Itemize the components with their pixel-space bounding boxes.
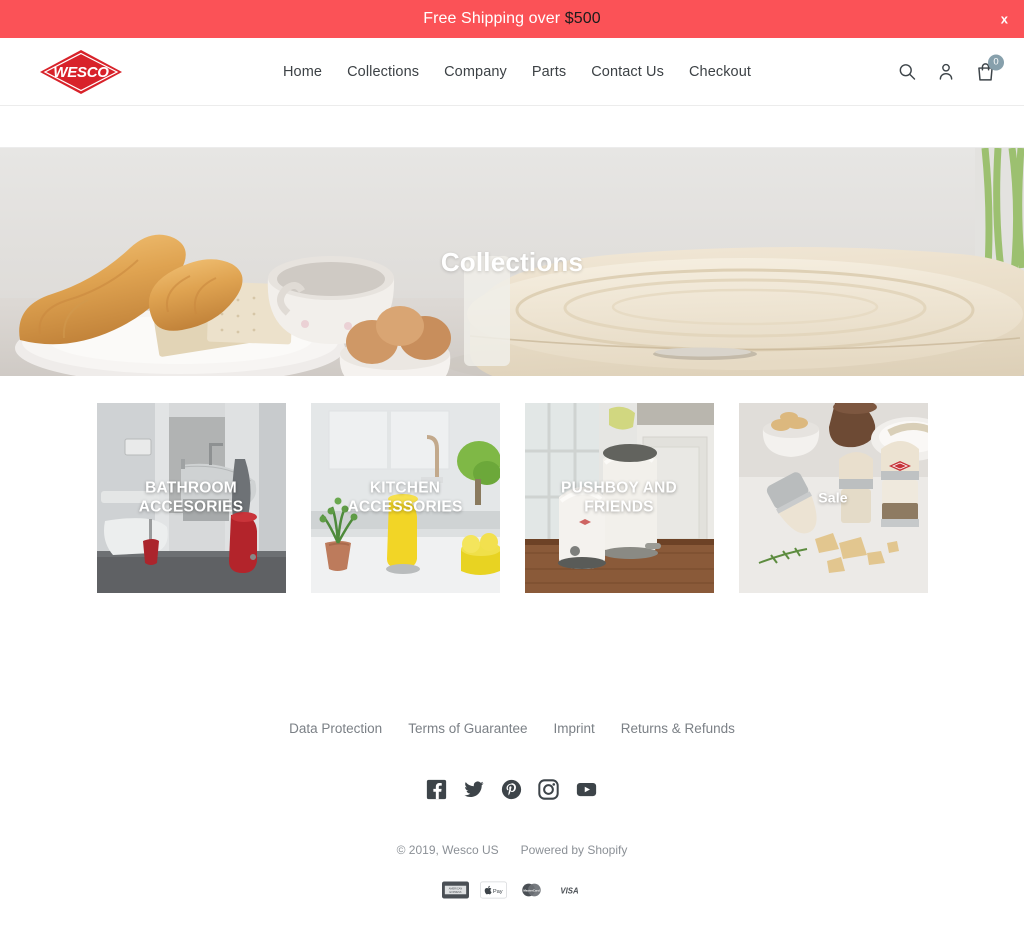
header-icons: 0 (897, 54, 1004, 82)
collection-card-label: BATHROOM ACCESORIES (138, 479, 244, 516)
page-title: Collections (440, 246, 584, 277)
twitter-icon[interactable] (463, 779, 485, 800)
search-icon[interactable] (897, 62, 917, 82)
account-icon[interactable] (936, 62, 956, 82)
page-root: Free Shipping over $500 x WESCO Home Col… (0, 0, 1024, 934)
footer-copyright-row: © 2019, Wesco US Powered by Shopify (0, 843, 1024, 857)
nav-item-checkout[interactable]: Checkout (689, 64, 751, 80)
footer-link-returns-refunds[interactable]: Returns & Refunds (621, 721, 735, 736)
cart-icon[interactable]: 0 (975, 54, 1004, 82)
nav-item-collections[interactable]: Collections (347, 64, 419, 80)
collection-card-pushboy-and-friends[interactable]: PUSHBOY AND FRIENDS (524, 403, 714, 593)
svg-text:Pay: Pay (492, 889, 502, 895)
collection-card-kitchen-accessories[interactable]: KITCHEN ACCESSORIES (310, 403, 500, 593)
pinterest-icon[interactable] (501, 779, 522, 800)
announcement-message: Free Shipping over (423, 10, 565, 27)
social-links (0, 779, 1024, 800)
announcement-amount: $500 (564, 10, 601, 27)
youtube-icon[interactable] (575, 779, 598, 800)
collection-card-label: KITCHEN ACCESSORIES (347, 479, 463, 516)
nav-item-contact-us[interactable]: Contact Us (591, 64, 664, 80)
svg-text:WESCO: WESCO (53, 64, 109, 81)
close-icon[interactable]: x (995, 9, 1014, 30)
svg-text:MasterCard: MasterCard (523, 888, 540, 892)
footer-link-data-protection[interactable]: Data Protection (289, 721, 382, 736)
footer-link-terms-of-guarantee[interactable]: Terms of Guarantee (408, 721, 527, 736)
site-footer: Data Protection Terms of Guarantee Impri… (0, 593, 1024, 899)
instagram-icon[interactable] (538, 779, 559, 800)
svg-text:EXPRESS: EXPRESS (449, 890, 461, 894)
wesco-logo[interactable]: WESCO (38, 48, 124, 96)
collection-card-label: PUSHBOY AND FRIENDS (561, 479, 677, 516)
announcement-bar: Free Shipping over $500 x (0, 0, 1024, 38)
svg-text:AMERICAN: AMERICAN (448, 886, 462, 890)
nav-item-parts[interactable]: Parts (532, 64, 566, 80)
collection-card-bathroom-accesories[interactable]: BATHROOM ACCESORIES (96, 403, 286, 593)
visa-icon: VISA (555, 881, 583, 899)
mastercard-icon: MasterCard (518, 881, 545, 899)
payment-methods: AMERICAN EXPRESS Pay MasterCard VISA (0, 881, 1024, 899)
apple-pay-icon: Pay (479, 881, 507, 899)
footer-link-imprint[interactable]: Imprint (554, 721, 595, 736)
nav-item-home[interactable]: Home (283, 64, 322, 80)
facebook-icon[interactable] (426, 779, 447, 800)
collection-card-sale[interactable]: Sale (738, 403, 928, 593)
footer-links: Data Protection Terms of Guarantee Impri… (0, 721, 1024, 736)
powered-by-shopify-link[interactable]: Powered by Shopify (521, 843, 628, 857)
svg-text:VISA: VISA (560, 887, 579, 896)
cart-count-badge: 0 (988, 54, 1004, 70)
collection-grid: BATHROOM ACCESORIES KITCHEN ACCESSORIES … (0, 376, 1024, 593)
announcement-text: Free Shipping over $500 (423, 10, 601, 28)
copyright-text: © 2019, Wesco US (396, 843, 499, 857)
hero-banner: Collections (0, 148, 1024, 376)
collection-card-label: Sale (818, 489, 848, 506)
main-navigation: Home Collections Company Parts Contact U… (273, 64, 751, 80)
american-express-icon: AMERICAN EXPRESS (441, 881, 469, 899)
secondary-bar (0, 106, 1024, 148)
site-header: WESCO Home Collections Company Parts Con… (0, 38, 1024, 106)
nav-item-company[interactable]: Company (444, 64, 507, 80)
